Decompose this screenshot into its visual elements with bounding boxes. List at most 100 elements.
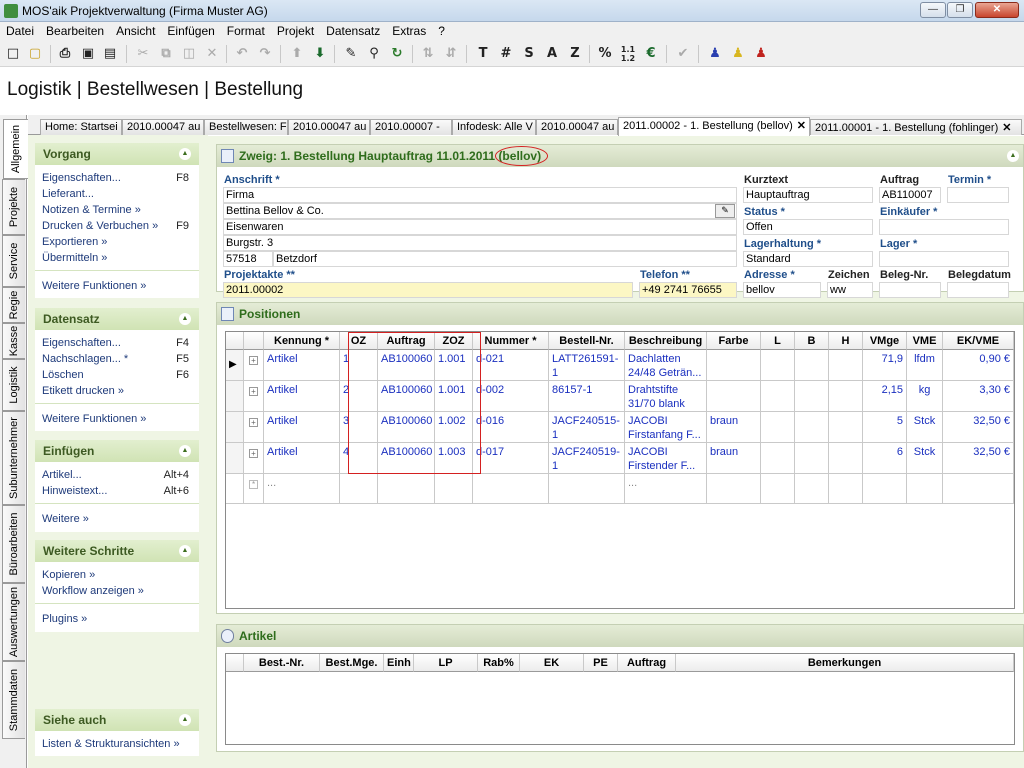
- task-nachschlagen[interactable]: Nachschlagen... *: [42, 353, 128, 365]
- format-z-button[interactable]: Z: [566, 45, 584, 63]
- column-header-pe[interactable]: PE: [584, 654, 618, 672]
- doc-tab[interactable]: 2010.00047 au: [122, 119, 204, 135]
- column-header-ek[interactable]: EK: [520, 654, 584, 672]
- menu-help[interactable]: ?: [432, 22, 451, 38]
- close-button[interactable]: ✕: [975, 2, 1019, 18]
- doc-tab[interactable]: 2011.00001 - 1. Bestellung (fohlinger) ✕: [810, 119, 1022, 135]
- task-lieferant[interactable]: Lieferant...: [42, 188, 94, 200]
- close-tab-icon[interactable]: ✕: [797, 120, 806, 132]
- task-weitere-funktionen[interactable]: Weitere Funktionen »: [42, 280, 146, 292]
- cell-b[interactable]: [795, 350, 829, 381]
- telefon-field[interactable]: +49 2741 76655: [639, 282, 737, 298]
- new-row-expander[interactable]: *: [244, 474, 264, 504]
- menu-extras[interactable]: Extras: [386, 22, 432, 38]
- cell-h[interactable]: [829, 412, 863, 443]
- new-row-cell[interactable]: [795, 474, 829, 504]
- cell-farbe[interactable]: [707, 381, 761, 412]
- doc-tab-active[interactable]: 2011.00002 - 1. Bestellung (bellov) ✕: [618, 117, 810, 136]
- collapse-icon[interactable]: ▲: [179, 148, 191, 160]
- sort-ascending-icon[interactable]: ⇅: [419, 45, 437, 63]
- new-row-cell[interactable]: [473, 474, 549, 504]
- cell-vme[interactable]: Stck: [907, 412, 943, 443]
- user-red-icon[interactable]: ♟: [752, 45, 770, 63]
- redo-icon[interactable]: ↷: [256, 45, 274, 63]
- cell-ek[interactable]: 0,90 €: [943, 350, 1014, 381]
- column-header-b[interactable]: B: [795, 332, 829, 350]
- column-header-h[interactable]: H: [829, 332, 863, 350]
- menu-projekt[interactable]: Projekt: [271, 22, 320, 38]
- address-lookup-icon[interactable]: ✎: [715, 204, 735, 218]
- task-weitere[interactable]: Weitere »: [42, 513, 89, 525]
- cell-kennung[interactable]: Artikel: [264, 350, 340, 381]
- cell-vmge[interactable]: 6: [863, 443, 907, 474]
- new-row-cell[interactable]: [549, 474, 625, 504]
- lager-field[interactable]: [879, 251, 1009, 267]
- collapse-icon[interactable]: ▲: [1007, 150, 1019, 162]
- cell-ek[interactable]: 3,30 €: [943, 381, 1014, 412]
- task-listen-strukturansichten[interactable]: Listen & Strukturansichten »: [42, 738, 180, 750]
- task-weitere-funktionen[interactable]: Weitere Funktionen »: [42, 413, 146, 425]
- row-expander[interactable]: +: [244, 350, 264, 381]
- doc-tab[interactable]: 2010.00047 au: [536, 119, 618, 135]
- cell-nummer[interactable]: d-002: [473, 381, 549, 412]
- anschrift-field-1[interactable]: Firma: [223, 187, 737, 203]
- vtab-allgemein[interactable]: Allgemein: [3, 119, 28, 179]
- column-header-rab[interactable]: Rab%: [478, 654, 520, 672]
- cell-kennung[interactable]: Artikel: [264, 443, 340, 474]
- new-row-cell[interactable]: ...: [625, 474, 707, 504]
- numbering-icon[interactable]: 1.1 1.2: [619, 45, 637, 63]
- column-header-ek-vme[interactable]: EK/VME: [943, 332, 1014, 350]
- column-header-bemerkungen[interactable]: Bemerkungen: [676, 654, 1014, 672]
- cut-icon[interactable]: ✂: [134, 45, 152, 63]
- cell-vmge[interactable]: 5: [863, 412, 907, 443]
- move-down-icon[interactable]: ⬇: [311, 45, 329, 63]
- cell-l[interactable]: [761, 443, 795, 474]
- termin-field[interactable]: [947, 187, 1009, 203]
- cell-kennung[interactable]: Artikel: [264, 381, 340, 412]
- kurztext-field[interactable]: Hauptauftrag: [743, 187, 873, 203]
- plz-field[interactable]: 57518: [223, 251, 273, 267]
- new-row-cell[interactable]: [340, 474, 378, 504]
- cell-beschreibung[interactable]: JACOBI Firstanfang F...: [625, 412, 707, 443]
- vtab-service[interactable]: Service: [2, 235, 25, 287]
- move-up-icon[interactable]: ⬆: [288, 45, 306, 63]
- expand-icon[interactable]: +: [249, 449, 258, 458]
- doc-tab[interactable]: Infodesk: Alle V: [452, 119, 536, 135]
- cell-bestellnr[interactable]: JACF240515-1: [549, 412, 625, 443]
- column-header-l[interactable]: L: [761, 332, 795, 350]
- close-tab-icon[interactable]: ✕: [1002, 122, 1011, 134]
- task-etikett-drucken[interactable]: Etikett drucken »: [42, 385, 124, 397]
- column-header-farbe[interactable]: Farbe: [707, 332, 761, 350]
- cell-farbe[interactable]: [707, 350, 761, 381]
- row-expander[interactable]: +: [244, 443, 264, 474]
- doc-tab[interactable]: Bestellwesen: F: [204, 119, 288, 135]
- task-workflow-anzeigen[interactable]: Workflow anzeigen »: [42, 585, 144, 597]
- expand-icon[interactable]: +: [249, 418, 258, 427]
- cell-vme[interactable]: lfdm: [907, 350, 943, 381]
- zeichen-field[interactable]: ww: [827, 282, 873, 298]
- cell-l[interactable]: [761, 381, 795, 412]
- belegnr-field[interactable]: [879, 282, 941, 298]
- cell-b[interactable]: [795, 412, 829, 443]
- new-row-cell[interactable]: [761, 474, 795, 504]
- sort-descending-icon[interactable]: ⇵: [442, 45, 460, 63]
- cell-vme[interactable]: kg: [907, 381, 943, 412]
- new-row-cell[interactable]: [707, 474, 761, 504]
- cell-h[interactable]: [829, 443, 863, 474]
- expand-icon[interactable]: +: [249, 387, 258, 396]
- copy-icon[interactable]: ⧉: [157, 45, 175, 63]
- vtab-stammdaten[interactable]: Stammdaten: [2, 661, 25, 739]
- new-row-cell[interactable]: [378, 474, 435, 504]
- currency-icon[interactable]: €: [642, 45, 660, 63]
- cell-kennung[interactable]: Artikel: [264, 412, 340, 443]
- expand-icon[interactable]: +: [249, 356, 258, 365]
- vtab-kasse[interactable]: Kasse: [2, 323, 25, 359]
- status-field[interactable]: Offen: [743, 219, 873, 235]
- vtab-regie[interactable]: Regie: [2, 287, 25, 323]
- cell-ek[interactable]: 32,50 €: [943, 412, 1014, 443]
- format-s-button[interactable]: S: [520, 45, 538, 63]
- vtab-subunternehmer[interactable]: Subunternehmer: [2, 411, 25, 505]
- cell-bestellnr[interactable]: LATT261591-1: [549, 350, 625, 381]
- menu-datensatz[interactable]: Datensatz: [320, 22, 386, 38]
- task-kopieren[interactable]: Kopieren »: [42, 569, 95, 581]
